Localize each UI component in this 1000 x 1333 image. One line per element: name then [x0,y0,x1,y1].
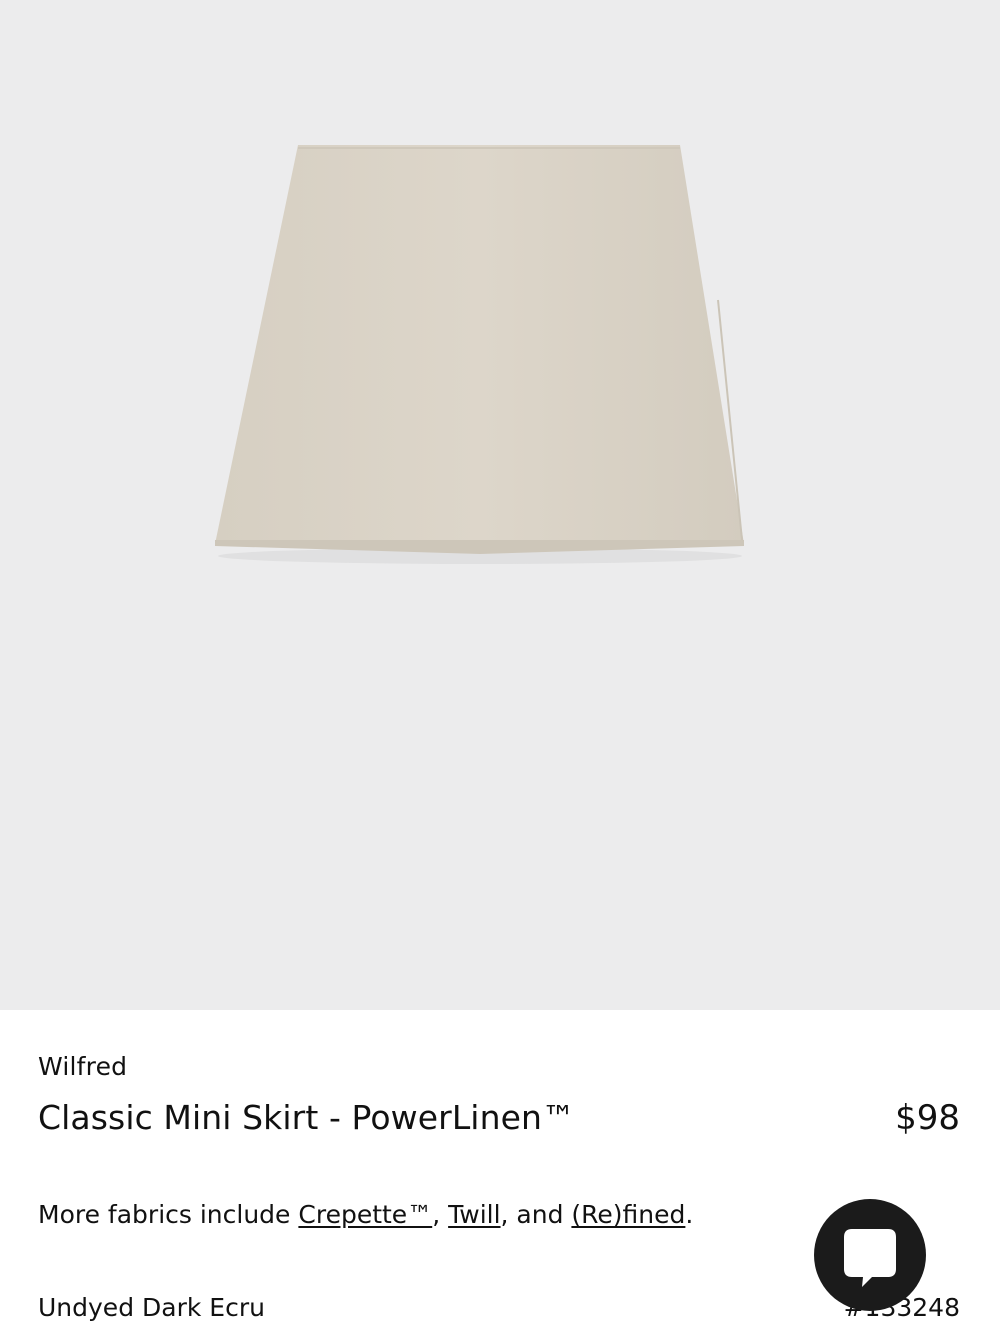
product-price: $98 [895,1098,960,1138]
product-page: Wilfred Classic Mini Skirt - PowerLinen™… [0,0,1000,1333]
chat-button[interactable] [814,1199,926,1311]
skirt-image [215,145,744,564]
fabric-link-crepette[interactable]: Crepette™ [298,1200,432,1229]
fabric-link-twill[interactable]: Twill [448,1200,500,1229]
fabrics-prefix: More fabrics include [38,1200,299,1229]
color-name: Undyed Dark Ecru [38,1293,265,1322]
chat-bubble-icon [844,1229,896,1287]
fabrics-separator: , [432,1200,449,1229]
product-title: Classic Mini Skirt - PowerLinen™ [38,1098,576,1137]
fabrics-suffix: . [685,1200,694,1229]
fabrics-separator: , and [500,1200,572,1229]
brand-name[interactable]: Wilfred [38,1052,127,1081]
product-image[interactable] [0,0,1000,1010]
fabrics-note: More fabrics include Crepette™, Twill, a… [38,1200,693,1229]
fabric-link-refined[interactable]: (Re)fined [571,1200,685,1229]
